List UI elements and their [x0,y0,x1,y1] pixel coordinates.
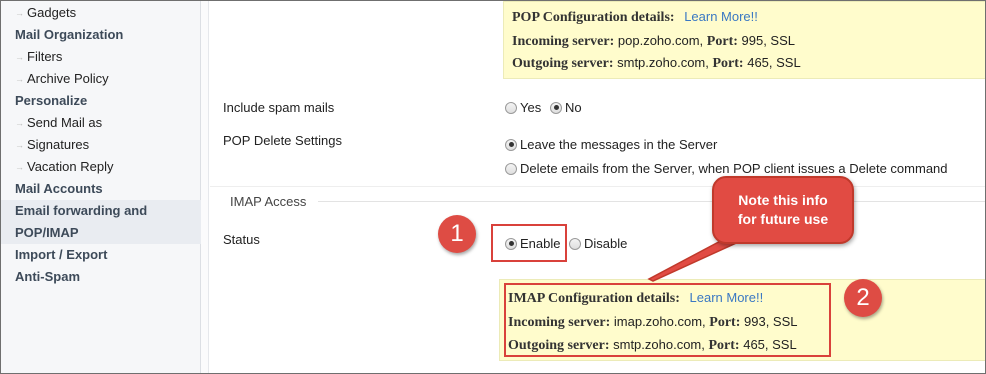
sidebar-heading-mail-organization[interactable]: Mail Organization [1,24,201,46]
radio-selected-icon [505,138,517,151]
sidebar-item-send-mail-as[interactable]: → Send Mail as [1,112,201,134]
step-badge-2: 2 [844,279,882,317]
arrow-icon: → [15,8,24,18]
imap-status-label: Status [223,232,260,247]
arrow-icon: → [15,140,24,150]
settings-window: → Gadgets Mail Organization → Filters → Arc… [0,0,986,374]
sidebar-item-signatures[interactable]: → Signatures [1,134,201,156]
pop-incoming-port: 995, SSL [741,33,796,48]
pop-delete-leave-radio[interactable]: Leave the messages in the Server [505,137,717,152]
arrow-icon: → [15,74,24,84]
imap-details-highlight-box [504,283,831,357]
sidebar-item-label: Gadgets [27,5,77,20]
imap-section-title: IMAP Access [230,194,307,209]
pop-outgoing-host: smtp.zoho.com, [617,55,709,70]
radio-label: Disable [584,236,628,251]
radio-label: Leave the messages in the Server [520,137,718,152]
radio-label: Delete emails from the Server, when POP … [520,161,948,176]
spam-no-radio[interactable]: No [550,100,582,115]
radio-icon [569,237,581,250]
radio-label: Yes [520,100,542,115]
pop-outgoing-label: Outgoing server: [512,56,614,71]
sidebar-item-label: Archive Policy [27,71,109,86]
sidebar-item-filters[interactable]: → Filters [1,46,201,68]
sidebar-item-label: Signatures [27,137,90,152]
imap-disable-radio[interactable]: Disable [569,236,627,251]
callout-line-1: Note this info [738,192,828,208]
callout-line-2: for future use [737,211,829,227]
spam-yes-radio[interactable]: Yes [505,100,541,115]
pop-outgoing-port: 465, SSL [747,55,801,70]
sidebar-heading-pop-imap[interactable]: POP/IMAP [1,222,201,244]
arrow-icon: → [15,118,24,128]
step-badge-1: 1 [438,215,476,253]
pop-incoming-host: pop.zoho.com, [617,33,704,48]
sidebar-heading-mail-accounts[interactable]: Mail Accounts [1,178,201,200]
sidebar-heading-email-forwarding[interactable]: Email forwarding and [1,200,201,222]
sidebar-item-label: Send Mail as [27,115,103,130]
sidebar-heading-anti-spam[interactable]: Anti-Spam [1,266,201,288]
pop-delete-label: POP Delete Settings [223,133,342,148]
pop-delete-remove-radio[interactable]: Delete emails from the Server, when POP … [505,161,948,176]
sidebar-item-gadgets[interactable]: → Gadgets [1,2,201,24]
spam-label: Include spam mails [223,100,335,115]
radio-icon [505,101,517,114]
sidebar-resize-strip [201,1,209,373]
section-divider [210,186,985,187]
pop-outgoing-port-label: Port: [712,56,744,71]
enable-highlight-box [491,224,567,262]
pop-learn-more-link[interactable]: Learn More!! [684,9,758,24]
note-callout: Note this info for future use [712,176,854,244]
radio-icon [505,162,517,175]
sidebar-item-label: Vacation Reply [27,159,114,174]
pop-config-title: POP Configuration details: [512,10,675,25]
arrow-icon: → [15,162,24,172]
radio-selected-icon [550,101,562,114]
pop-incoming-label: Incoming server: [512,34,615,49]
arrow-icon: → [15,52,24,62]
sidebar-item-label: Filters [27,49,63,64]
pop-incoming-port-label: Port: [706,34,738,49]
section-rule [318,201,985,202]
sidebar-item-vacation-reply[interactable]: → Vacation Reply [1,156,201,178]
sidebar-item-archive-policy[interactable]: → Archive Policy [1,68,201,90]
pop-config-box: POP Configuration details: Learn More!! … [503,1,985,79]
sidebar-heading-import-export[interactable]: Import / Export [1,244,201,266]
sidebar-heading-personalize[interactable]: Personalize [1,90,201,112]
settings-sidebar: → Gadgets Mail Organization → Filters → Arc… [1,1,201,373]
radio-label: No [565,100,582,115]
